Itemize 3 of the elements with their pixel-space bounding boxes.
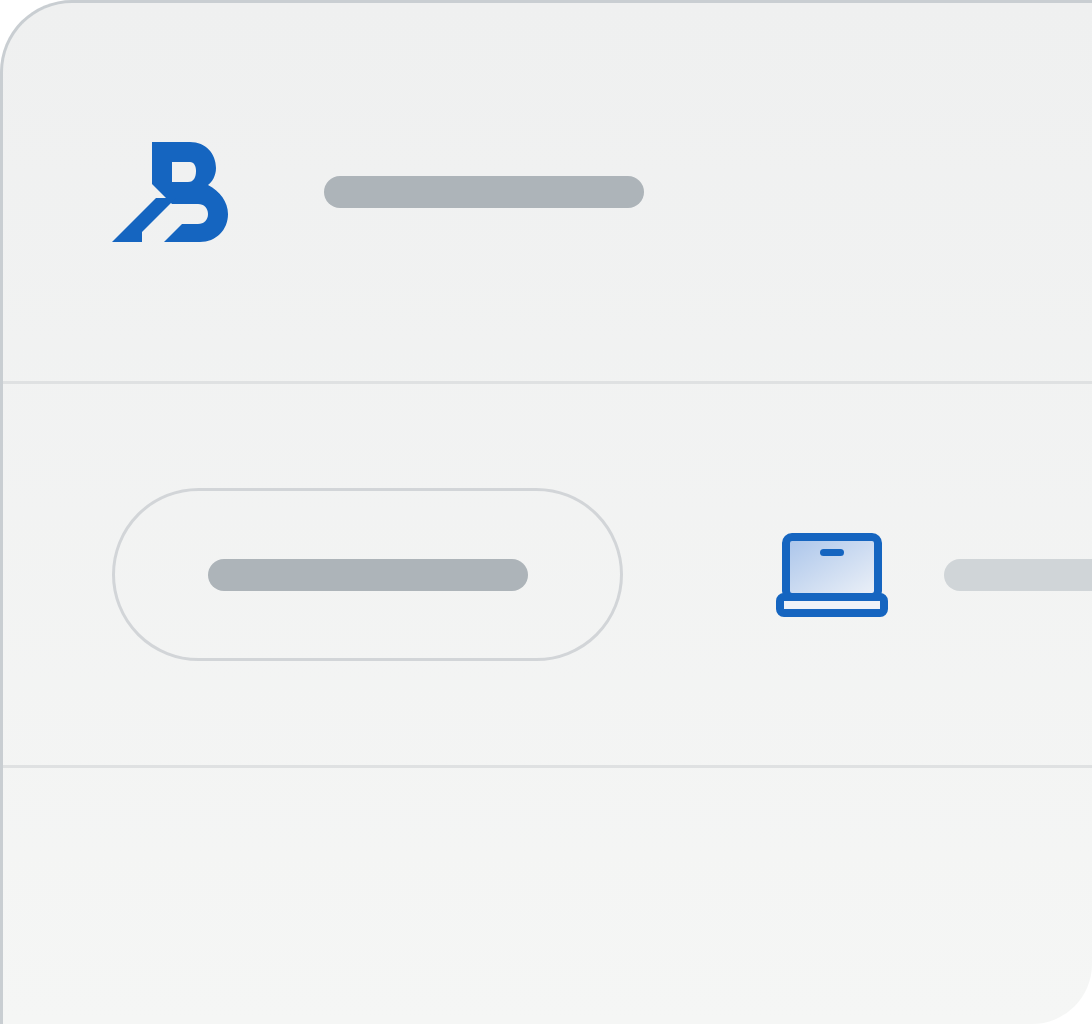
logo-icon [112,142,228,242]
button-placeholder[interactable] [112,488,623,661]
laptop-icon [776,532,888,617]
